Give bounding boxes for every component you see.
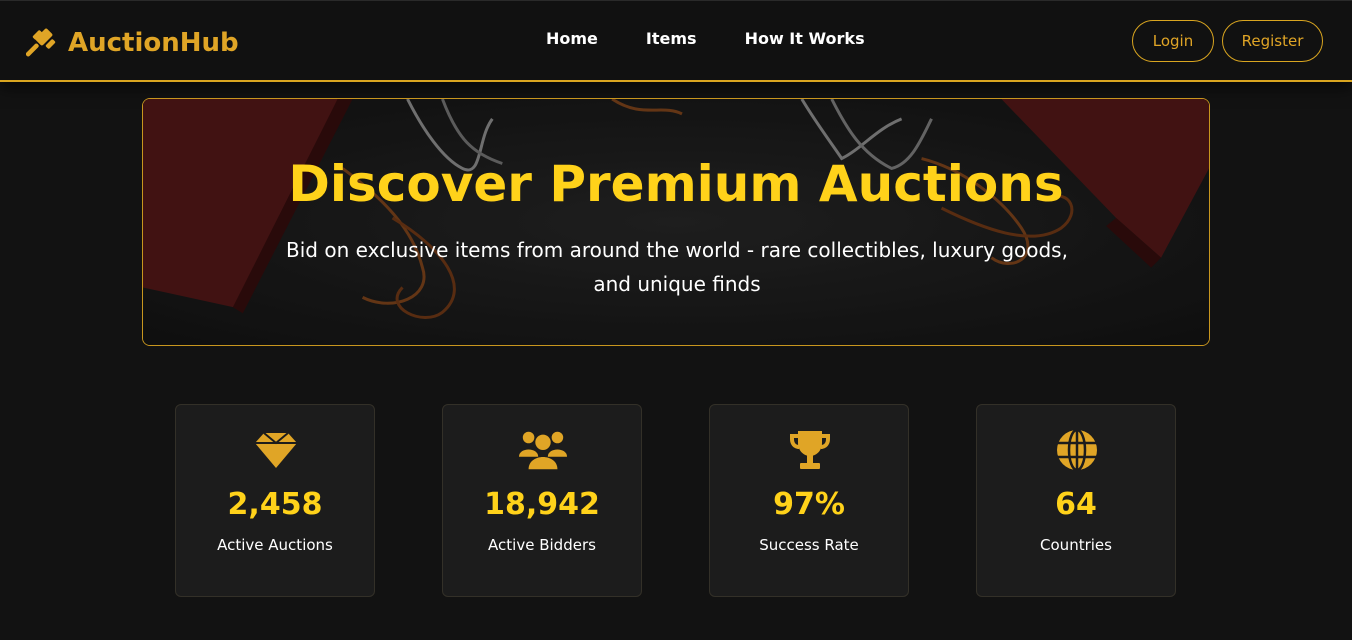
diamond-icon	[251, 427, 301, 473]
stats-section: 2,458 Active Auctions 18,942 Active Bidd…	[0, 404, 1352, 597]
stat-card-success-rate: 97% Success Rate	[709, 404, 909, 597]
stat-card-active-auctions: 2,458 Active Auctions	[175, 404, 375, 597]
globe-icon	[1052, 427, 1102, 473]
stat-label: Active Bidders	[488, 536, 596, 554]
register-button[interactable]: Register	[1222, 20, 1323, 62]
hero-overlay	[143, 99, 1209, 345]
stat-value: 64	[1055, 487, 1097, 522]
stat-value: 18,942	[484, 487, 600, 522]
users-icon	[518, 427, 568, 473]
site-header: AuctionHub Home Items How It Works Login…	[0, 0, 1352, 82]
stat-value: 97%	[773, 487, 845, 522]
main-nav: Home Items How It Works	[546, 29, 865, 48]
gavel-icon	[26, 28, 56, 57]
stat-label: Active Auctions	[217, 536, 333, 554]
nav-items[interactable]: Items	[646, 29, 697, 48]
stat-label: Countries	[1040, 536, 1112, 554]
hero-banner: Discover Premium Auctions Bid on exclusi…	[142, 98, 1210, 346]
brand-logo[interactable]: AuctionHub	[26, 23, 239, 63]
nav-home[interactable]: Home	[546, 29, 598, 48]
stat-card-countries: 64 Countries	[976, 404, 1176, 597]
login-button[interactable]: Login	[1132, 20, 1214, 62]
brand-name: AuctionHub	[68, 28, 239, 58]
trophy-icon	[785, 427, 835, 473]
stat-card-active-bidders: 18,942 Active Bidders	[442, 404, 642, 597]
stat-value: 2,458	[227, 487, 323, 522]
hero-title: Discover Premium Auctions	[288, 155, 1064, 213]
nav-how-it-works[interactable]: How It Works	[745, 29, 865, 48]
hero-subtitle: Bid on exclusive items from around the w…	[286, 238, 1068, 296]
stat-label: Success Rate	[759, 536, 859, 554]
